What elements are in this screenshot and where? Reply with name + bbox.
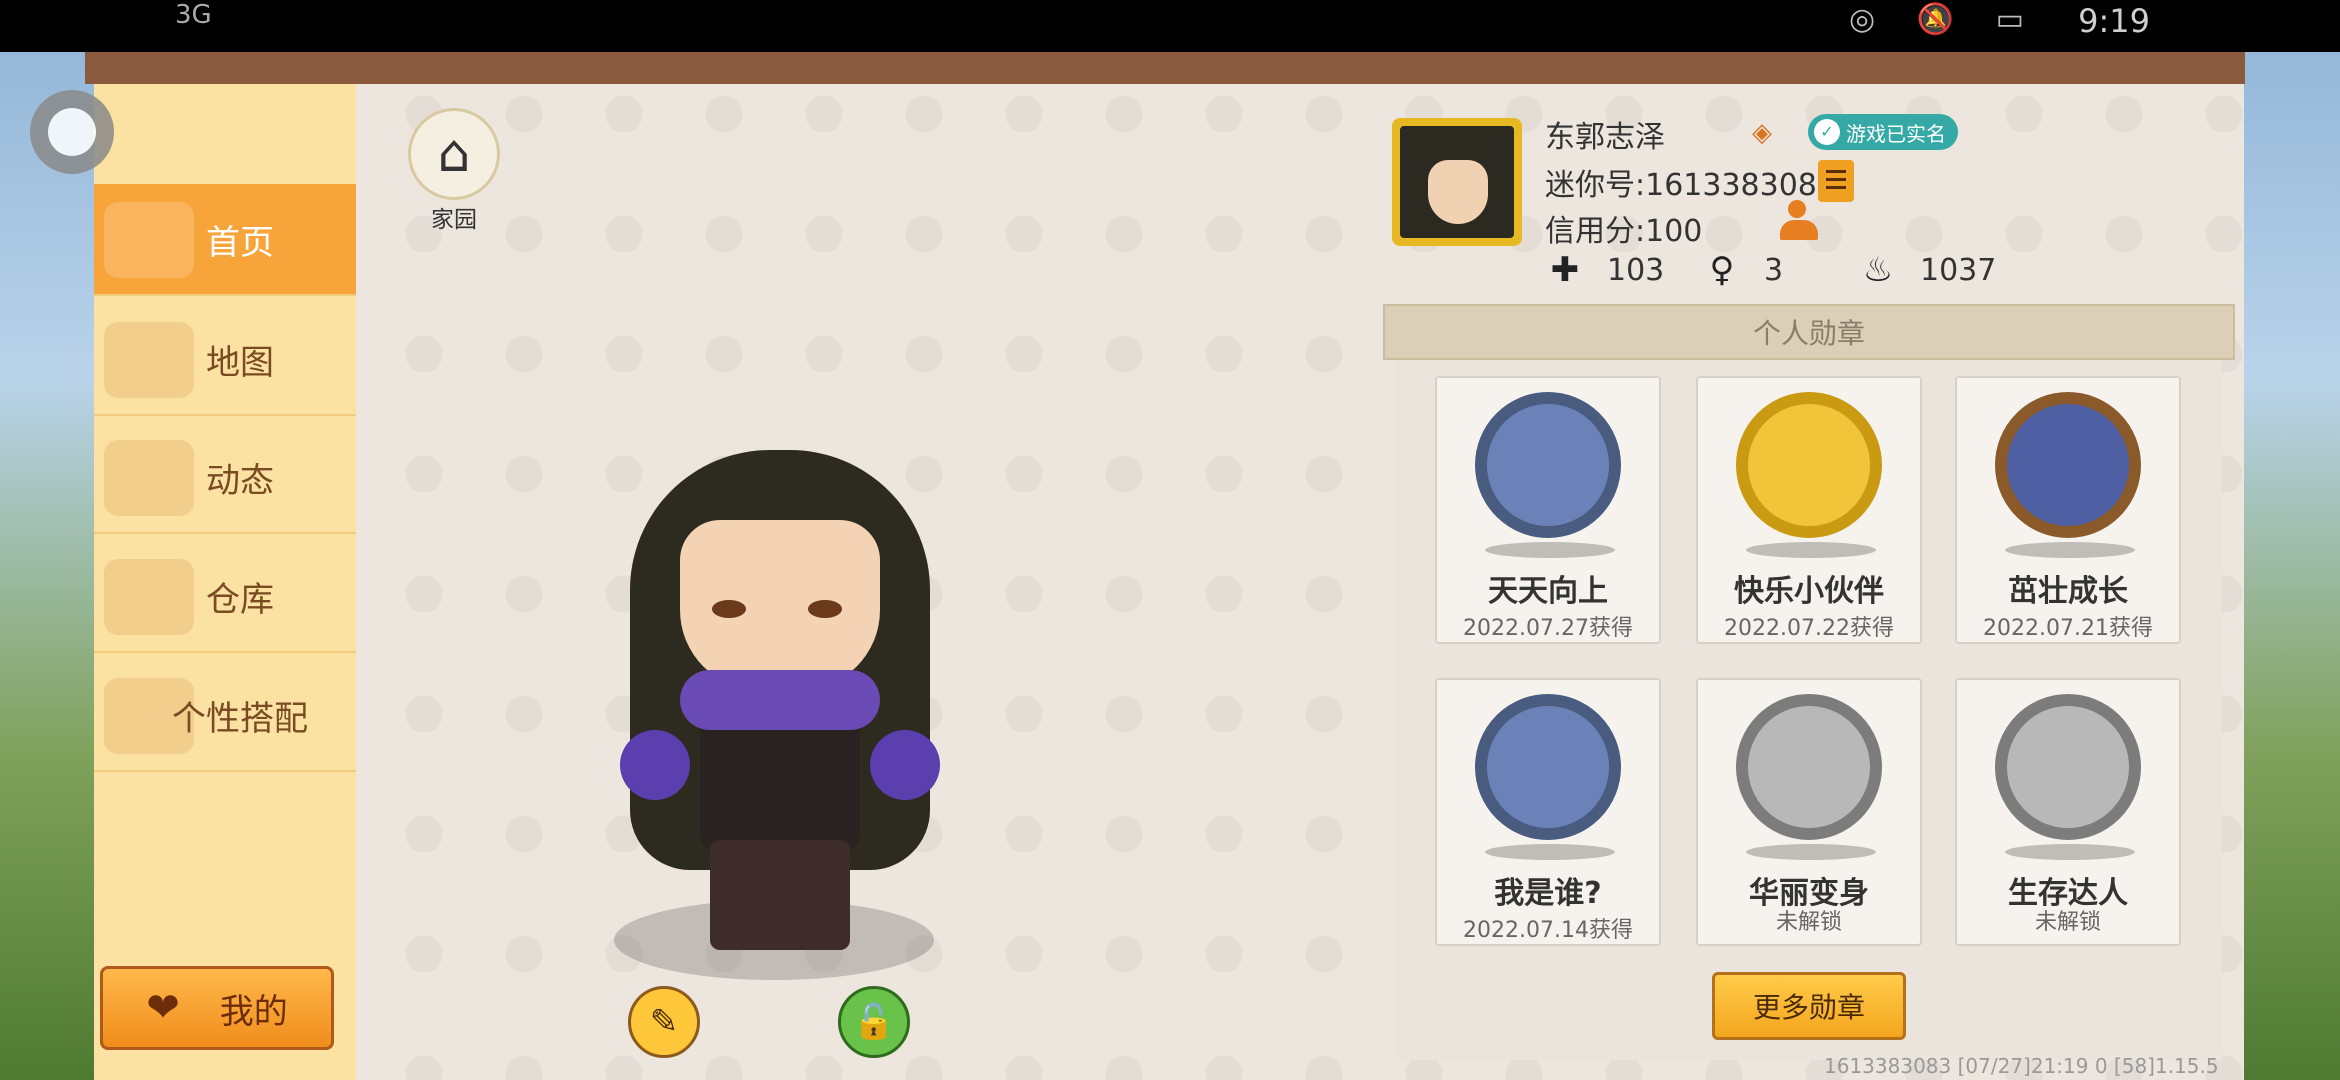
version-footer: 1613383083 [07/27]21:19 0 [58]1.15.5: [1824, 1054, 2219, 1078]
sidebar-item-label: 地图: [206, 342, 274, 383]
transform-medal-icon: [1736, 694, 1882, 840]
sidebar-item-label: 个性搭配: [172, 698, 308, 739]
medal-date: 2022.07.27获得: [1463, 616, 1633, 641]
fans-icon: ♀: [1709, 250, 1735, 290]
profile-avatar[interactable]: [1392, 118, 1522, 246]
character-claw: [870, 730, 940, 800]
stat-fire: ♨ 1037: [1858, 248, 1997, 292]
heart-icon: ❤: [146, 985, 180, 1031]
flame-icon: ♨: [1862, 250, 1894, 290]
sidebar: 首页 地图 动态 仓库 个性搭配: [94, 84, 356, 1080]
character-legs: [710, 840, 850, 950]
stat-add: ✚ 103: [1545, 248, 1665, 292]
status-bar: 3G ◎ 🔕 ▭ 9:19: [0, 0, 2340, 52]
character-eye: [712, 600, 746, 618]
medal-name: 天天向上: [1488, 574, 1608, 609]
medal-date: 2022.07.14获得: [1463, 918, 1633, 943]
medal-date: 2022.07.22获得: [1724, 616, 1894, 641]
mine-button[interactable]: ❤ 我的: [100, 966, 334, 1050]
character-body: [700, 710, 860, 850]
home-label: 家园: [431, 207, 477, 233]
medal-card[interactable]: 华丽变身 未解锁: [1696, 678, 1922, 946]
sidebar-item-warehouse[interactable]: 仓库: [94, 541, 356, 653]
friends-medal-icon: [1736, 392, 1882, 538]
lock-icon: 🔓: [852, 1002, 896, 1042]
medal-name: 茁壮成长: [2008, 574, 2128, 609]
character-claw: [620, 730, 690, 800]
medal-name: 快乐小伙伴: [1734, 574, 1884, 609]
mask-icon[interactable]: ◈: [1752, 118, 1772, 148]
player-name: 东郭志泽: [1545, 120, 1665, 155]
medal-status: 未解锁: [1775, 910, 1842, 935]
envelope-medal-icon: [1475, 694, 1621, 840]
medal-card[interactable]: 我是谁? 2022.07.14获得: [1435, 678, 1661, 946]
signal-indicator: 3G: [175, 0, 212, 30]
sidebar-item-feed[interactable]: 动态: [94, 422, 356, 534]
medal-date: 2022.07.21获得: [1983, 616, 2153, 641]
medals-header: 个人勋章: [1383, 304, 2235, 360]
house-icon: [104, 202, 194, 278]
medal-name: 我是谁?: [1494, 876, 1602, 911]
calendar-medal-icon: [1475, 392, 1621, 538]
bell-icon: [104, 440, 194, 516]
sidebar-item-home[interactable]: 首页: [94, 184, 356, 296]
sidebar-item-outfit[interactable]: 个性搭配: [94, 660, 356, 772]
pencil-icon: ✎: [649, 1002, 679, 1042]
character-avatar[interactable]: [600, 400, 960, 980]
status-icons: ◎ 🔕 ▭: [1849, 2, 2040, 37]
frog-medal-icon: [1995, 392, 2141, 538]
stat-fans-value: 3: [1764, 252, 1784, 288]
stat-fire-value: 1037: [1920, 252, 1997, 288]
stat-fans: ♀ 3: [1702, 248, 1784, 292]
medal-card[interactable]: 快乐小伙伴 2022.07.22获得: [1696, 376, 1922, 644]
character-face: [680, 520, 880, 690]
mine-label: 我的: [219, 991, 288, 1032]
mini-id: 迷你号:1613383083: [1545, 168, 1836, 203]
copy-icon[interactable]: [1818, 160, 1854, 202]
sidebar-item-map[interactable]: 地图: [94, 304, 356, 416]
campfire-medal-icon: [1995, 694, 2141, 840]
verified-label: 游戏已实名: [1846, 121, 1946, 146]
floating-assist-button[interactable]: [30, 90, 114, 174]
medal-card[interactable]: 生存达人 未解锁: [1955, 678, 2181, 946]
person-card-icon[interactable]: [1778, 200, 1822, 242]
character-scarf: [680, 670, 880, 730]
medal-card[interactable]: 天天向上 2022.07.27获得: [1435, 376, 1661, 644]
edit-button[interactable]: ✎: [628, 986, 700, 1058]
more-medals-button[interactable]: 更多勋章: [1712, 972, 1906, 1040]
character-eye: [808, 600, 842, 618]
house-icon: ⌂: [437, 124, 471, 184]
map-icon: [104, 322, 194, 398]
medal-status: 未解锁: [2034, 910, 2101, 935]
warehouse-icon: [104, 559, 194, 635]
sidebar-item-label: 动态: [206, 460, 274, 501]
user-check-icon: ✓: [1814, 119, 1840, 145]
credit-score: 信用分:100: [1545, 214, 1703, 249]
verified-badge: ✓ 游戏已实名: [1808, 114, 1958, 150]
sidebar-item-label: 仓库: [206, 579, 274, 620]
stat-add-value: 103: [1607, 252, 1665, 288]
lock-button[interactable]: 🔓: [838, 986, 910, 1058]
clock: 9:19: [2078, 2, 2150, 40]
home-button[interactable]: ⌂: [408, 108, 500, 200]
sidebar-item-label: 首页: [206, 222, 274, 263]
medal-card[interactable]: 茁壮成长 2022.07.21获得: [1955, 376, 2181, 644]
bookmark-plus-icon: ✚: [1550, 250, 1580, 290]
top-strip: [85, 52, 2245, 84]
